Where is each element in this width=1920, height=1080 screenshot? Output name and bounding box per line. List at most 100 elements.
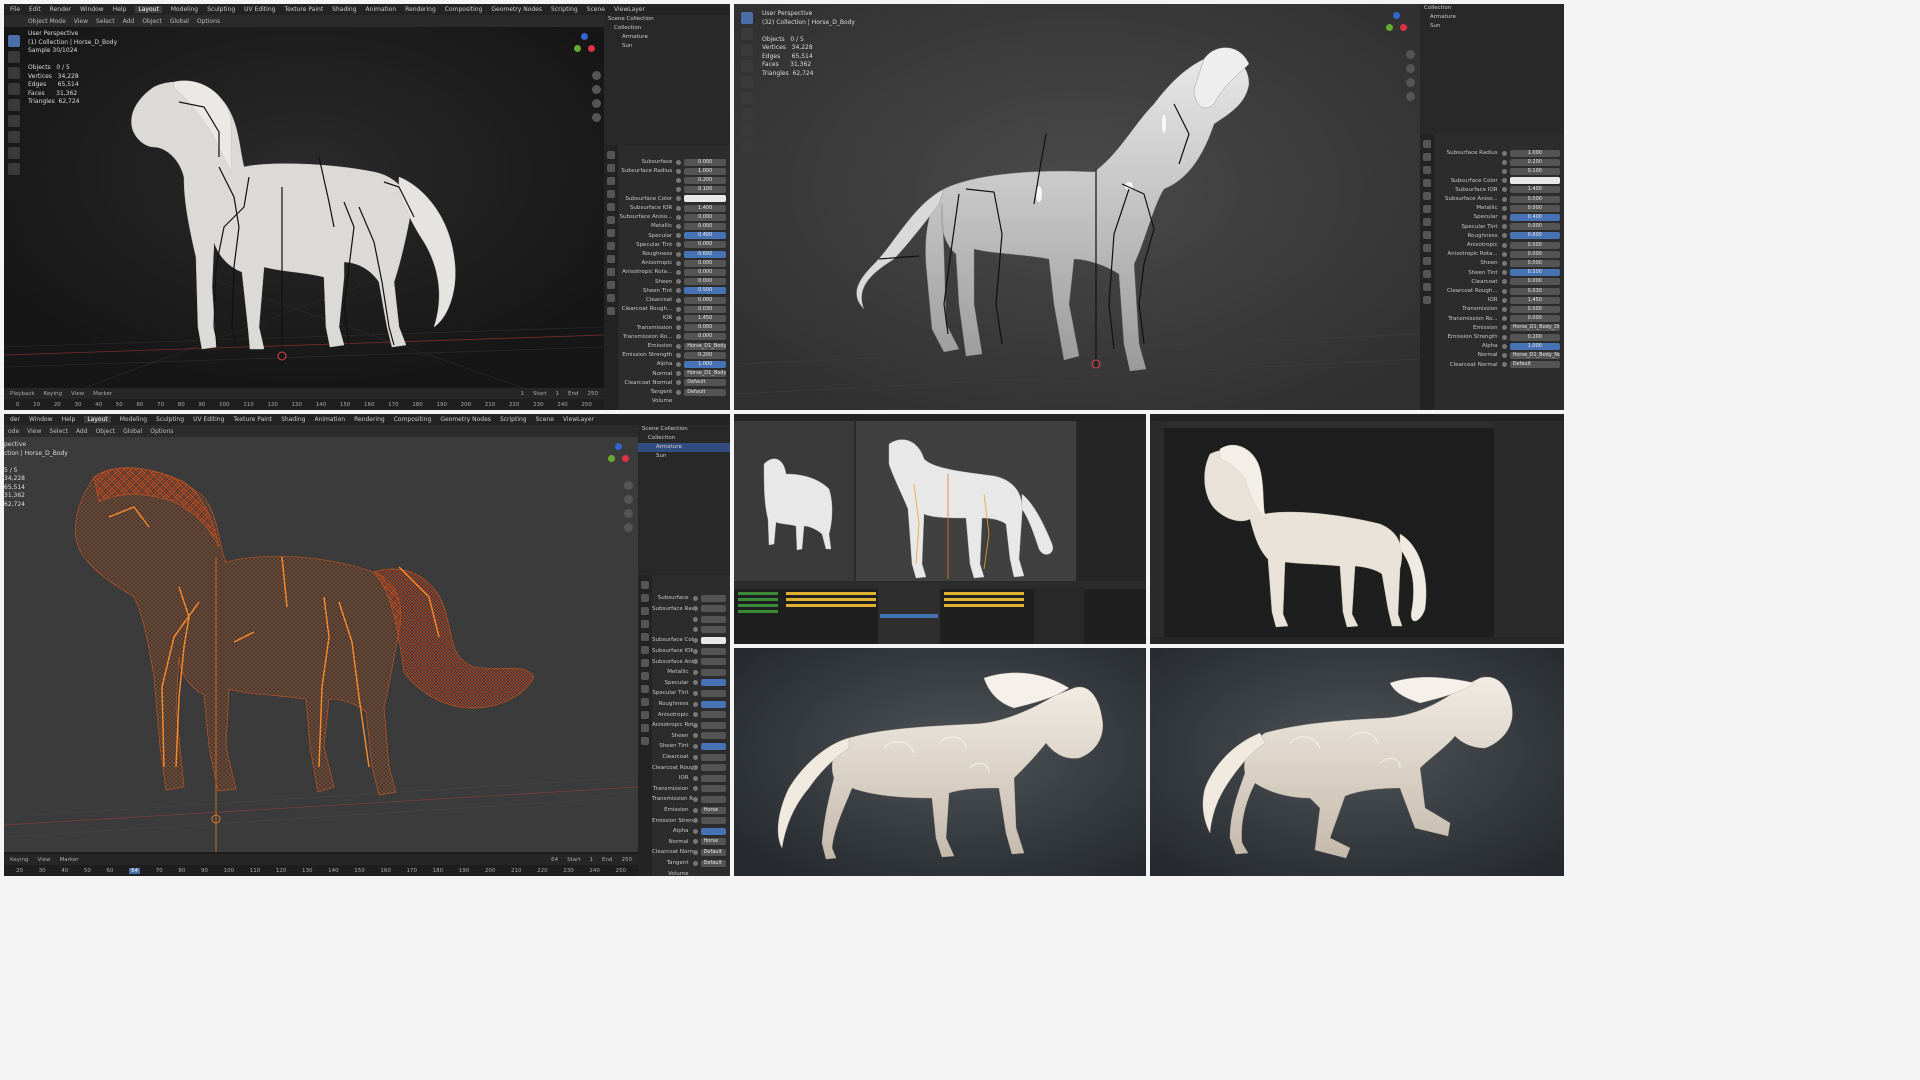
socket-dot-icon[interactable] [676, 242, 682, 248]
socket-dot-icon[interactable] [1501, 260, 1507, 266]
property-value-field[interactable] [1509, 177, 1560, 185]
property-value-field[interactable]: 0.000 [684, 222, 726, 230]
viewport-menu-item[interactable]: Select [96, 18, 115, 25]
constraints-tab-icon[interactable] [641, 711, 649, 719]
socket-dot-icon[interactable] [692, 659, 698, 665]
menu-item[interactable]: Texture Paint [233, 416, 272, 423]
property-value-field[interactable] [700, 721, 726, 729]
physics-tab-icon[interactable] [607, 268, 615, 276]
menu-item[interactable]: der [10, 416, 20, 423]
socket-dot-icon[interactable] [1501, 279, 1507, 285]
zoom-icon[interactable] [592, 71, 601, 80]
menu-item[interactable]: Layout [135, 6, 162, 13]
property-value-field[interactable] [700, 615, 726, 623]
object-tab-icon[interactable] [607, 229, 615, 237]
viewport-menu-item[interactable]: Object [96, 428, 116, 435]
property-value-field[interactable]: 0.000 [1509, 195, 1560, 203]
property-value-field[interactable]: 1.450 [1509, 296, 1560, 304]
move-tool-icon[interactable] [741, 44, 753, 56]
socket-dot-icon[interactable] [692, 860, 698, 866]
menu-item[interactable]: UV Editing [193, 416, 224, 423]
socket-dot-icon[interactable] [692, 775, 698, 781]
property-value-field[interactable]: 0.200 [1509, 333, 1560, 341]
menu-item[interactable]: Scene [536, 416, 554, 423]
outliner-item[interactable]: Collection [1420, 4, 1564, 13]
socket-dot-icon[interactable] [692, 616, 698, 622]
socket-dot-icon[interactable] [1501, 343, 1507, 349]
modifier-tab-icon[interactable] [1423, 231, 1431, 239]
property-value-field[interactable]: 0.600 [684, 250, 726, 258]
timeline-menu-item[interactable]: Keying [44, 391, 62, 397]
property-value-field[interactable] [700, 668, 726, 676]
socket-dot-icon[interactable] [1501, 178, 1507, 184]
socket-dot-icon[interactable] [1501, 205, 1507, 211]
socket-dot-icon[interactable] [676, 352, 682, 358]
menu-item[interactable]: Rendering [354, 416, 385, 423]
grid-icon[interactable] [1406, 92, 1415, 101]
scene-tab-icon[interactable] [641, 633, 649, 641]
property-value-field[interactable] [700, 594, 726, 602]
property-value-field[interactable]: 0.000 [1509, 241, 1560, 249]
pan-hand-icon[interactable] [592, 85, 601, 94]
tool-tab-icon[interactable] [607, 151, 615, 159]
property-value-field[interactable] [700, 700, 726, 708]
property-value-field[interactable] [700, 636, 726, 644]
socket-dot-icon[interactable] [676, 325, 682, 331]
property-value-field[interactable]: 1.000 [1509, 149, 1560, 157]
outliner-item[interactable]: Armature [604, 33, 730, 42]
particles-tab-icon[interactable] [641, 685, 649, 693]
property-value-field[interactable]: Horse_D1_Body_Diffuse [1509, 324, 1560, 332]
property-value-field[interactable] [700, 711, 726, 719]
rotate-tool-icon[interactable] [8, 83, 20, 95]
world-tab-icon[interactable] [641, 646, 649, 654]
socket-dot-icon[interactable] [1501, 187, 1507, 193]
socket-dot-icon[interactable] [692, 606, 698, 612]
socket-dot-icon[interactable] [692, 637, 698, 643]
menu-item[interactable]: ViewLayer [563, 416, 594, 423]
view-layer-tab-icon[interactable] [1423, 179, 1431, 187]
socket-dot-icon[interactable] [676, 196, 682, 202]
pan-hand-icon[interactable] [1406, 64, 1415, 73]
socket-dot-icon[interactable] [1501, 288, 1507, 294]
outliner-item[interactable]: Sun [638, 452, 730, 461]
property-value-field[interactable]: 1.400 [1509, 186, 1560, 194]
outliner-item[interactable]: Scene Collection [604, 15, 730, 24]
property-value-field[interactable]: 0.000 [684, 296, 726, 304]
socket-dot-icon[interactable] [692, 669, 698, 675]
material-tab-icon[interactable] [1423, 296, 1431, 304]
socket-dot-icon[interactable] [676, 205, 682, 211]
viewport-menu-item[interactable]: Object [142, 18, 162, 25]
socket-dot-icon[interactable] [676, 168, 682, 174]
property-value-field[interactable]: 0.000 [684, 333, 726, 341]
socket-dot-icon[interactable] [692, 680, 698, 686]
socket-dot-icon[interactable] [676, 177, 682, 183]
socket-dot-icon[interactable] [692, 786, 698, 792]
view-layer-tab-icon[interactable] [641, 620, 649, 628]
property-value-field[interactable]: 0.030 [684, 305, 726, 313]
socket-dot-icon[interactable] [692, 849, 698, 855]
outliner-item[interactable]: Collection [638, 434, 730, 443]
camera-icon[interactable] [592, 99, 601, 108]
socket-dot-icon[interactable] [1501, 214, 1507, 220]
property-value-field[interactable]: 0.000 [684, 324, 726, 332]
menu-item[interactable]: Animation [314, 416, 345, 423]
viewport-menu-item[interactable]: Global [170, 18, 189, 25]
property-value-field[interactable] [700, 647, 726, 655]
property-value-field[interactable]: 0.500 [684, 287, 726, 295]
property-value-field[interactable]: Horse_D1_Body_Normal [684, 370, 726, 378]
menu-item[interactable]: Compositing [445, 6, 483, 13]
modifier-tab-icon[interactable] [607, 242, 615, 250]
property-value-field[interactable]: 0.400 [1509, 213, 1560, 221]
menu-item[interactable]: Modeling [120, 416, 147, 423]
pan-hand-icon[interactable] [624, 495, 633, 504]
menu-item[interactable]: Shading [332, 6, 356, 13]
property-value-field[interactable]: 0.000 [684, 268, 726, 276]
property-value-field[interactable] [700, 689, 726, 697]
menu-item[interactable]: Help [62, 416, 76, 423]
timeline-ruler[interactable]: 20 30 40 50 60 64 70 80 90 100 110 120 130 140 150 160 1… [4, 865, 638, 876]
socket-dot-icon[interactable] [676, 306, 682, 312]
socket-dot-icon[interactable] [692, 733, 698, 739]
object-tab-icon[interactable] [1423, 218, 1431, 226]
property-value-field[interactable]: 0.000 [684, 241, 726, 249]
socket-dot-icon[interactable] [1501, 242, 1507, 248]
